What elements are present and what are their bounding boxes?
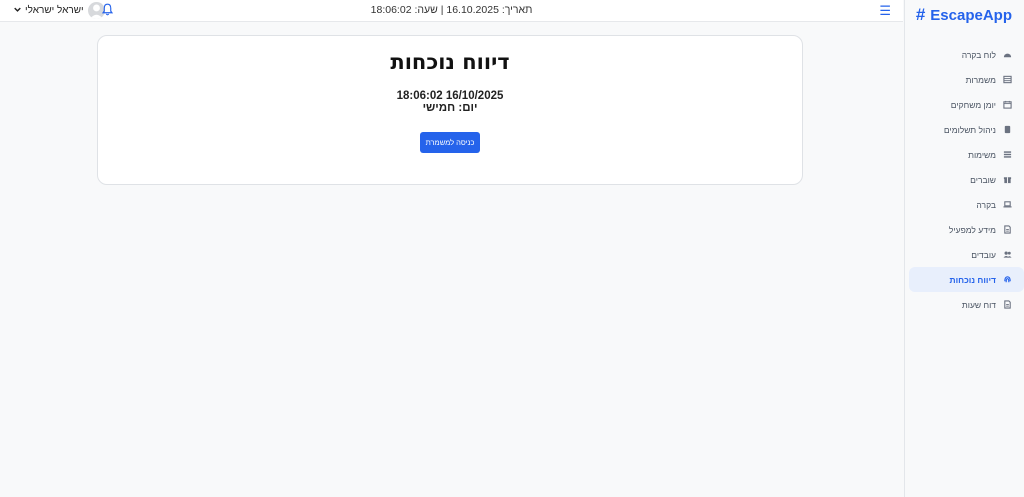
sidebar-item-label: יומן משחקים (950, 99, 996, 110)
calendar-icon (1003, 100, 1012, 109)
book-icon (1003, 125, 1012, 134)
enter-shift-button[interactable]: כניסה למשמרת (419, 132, 481, 153)
sidebar-item-tasks[interactable]: משימות (909, 142, 1024, 167)
document-icon (1003, 225, 1012, 234)
current-datetime: תאריך: 16.10.2025 | שעה: 18:06:02 (370, 4, 533, 16)
sidebar-item-employees[interactable]: עובדים (909, 242, 1024, 267)
table-icon (1003, 75, 1012, 84)
sidebar-item-label: עובדים (971, 249, 996, 260)
list-icon (1003, 150, 1012, 159)
fingerprint-icon (1003, 275, 1012, 284)
sidebar-nav: לוח בקרה משמרות יומן משחקים ניהול תשלומי… (909, 42, 1024, 317)
sidebar-item-label: דוח שעות (961, 299, 996, 310)
sidebar-item-hours-report[interactable]: דוח שעות (909, 292, 1024, 317)
current-timestamp: 18:06:02 16/10/2025 (396, 90, 504, 102)
sidebar-item-label: שוברים (970, 174, 996, 185)
sidebar-item-game-calendar[interactable]: יומן משחקים (909, 92, 1024, 117)
sidebar-item-dashboard[interactable]: לוח בקרה (909, 42, 1024, 67)
sidebar: # EscapeApp לוח בקרה משמרות יומן משחקים … (904, 0, 1024, 497)
gift-icon (1003, 175, 1012, 184)
hamburger-icon[interactable]: ☰ (879, 4, 891, 17)
sidebar-item-label: בקרה (976, 199, 996, 210)
users-icon (1003, 250, 1012, 259)
laptop-icon (1003, 200, 1012, 209)
hash-icon: # (915, 5, 926, 24)
brand-name: EscapeApp (930, 6, 1012, 24)
sidebar-item-shifts[interactable]: משמרות (909, 67, 1024, 92)
report-icon (1003, 300, 1012, 309)
sidebar-item-control[interactable]: בקרה (909, 192, 1024, 217)
top-bar: ישראל ישראלי תאריך: 16.10.2025 | שעה: 18… (0, 0, 903, 22)
brand-logo[interactable]: # EscapeApp (916, 5, 1012, 25)
sidebar-item-vouchers[interactable]: שוברים (909, 167, 1024, 192)
page-title: דיווח נוכחות (390, 50, 510, 74)
attendance-card: דיווח נוכחות 18:06:02 16/10/2025 יום: חמ… (97, 35, 803, 185)
sidebar-item-label: ניהול תשלומים (943, 124, 996, 135)
current-day: יום: חמישי (422, 102, 478, 114)
dashboard-icon (1003, 50, 1012, 59)
sidebar-item-operator-info[interactable]: מידע למפעיל (909, 217, 1024, 242)
sidebar-item-attendance[interactable]: דיווח נוכחות (909, 267, 1024, 292)
sidebar-item-label: משמרות (965, 74, 996, 85)
sidebar-item-label: מידע למפעיל (948, 224, 996, 235)
sidebar-item-label: דיווח נוכחות (949, 274, 996, 285)
sidebar-item-label: משימות (968, 149, 996, 160)
sidebar-item-label: לוח בקרה (961, 49, 996, 60)
sidebar-item-payments[interactable]: ניהול תשלומים (909, 117, 1024, 142)
